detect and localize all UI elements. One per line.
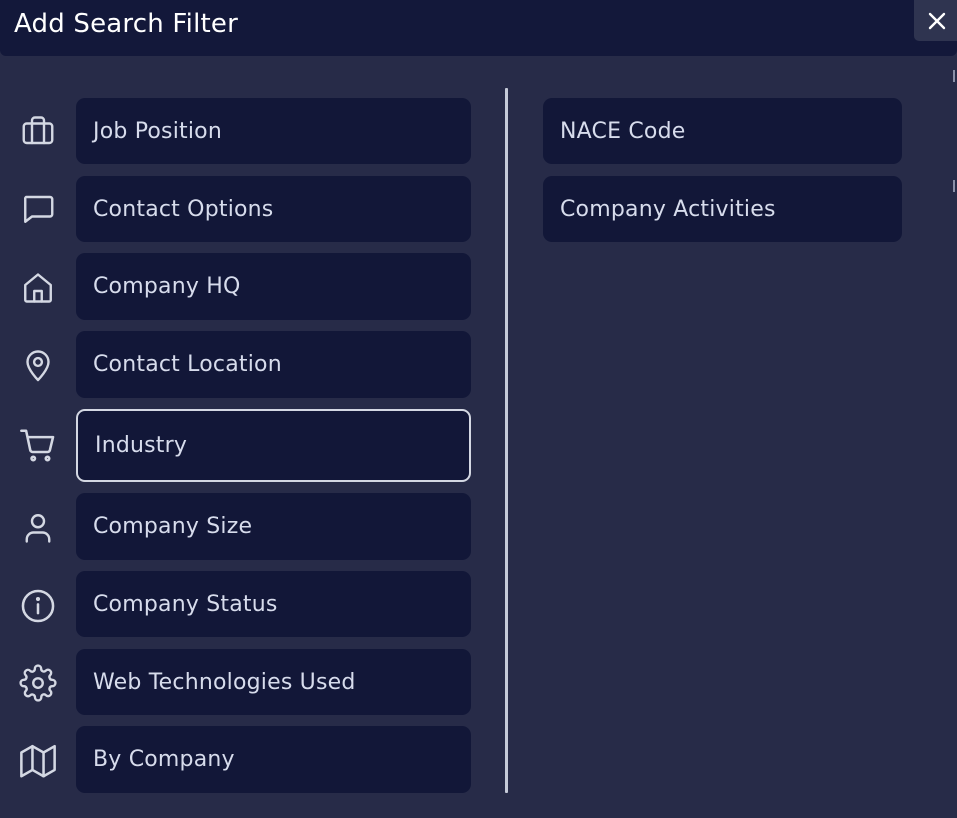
filter-by-company[interactable]: By Company (76, 726, 471, 793)
filter-industry[interactable]: Industry (76, 409, 471, 482)
filter-contact-location[interactable]: Contact Location (76, 331, 471, 398)
map-pin-icon (18, 345, 58, 385)
map-icon (18, 742, 58, 782)
dialog-title: Add Search Filter (14, 9, 238, 39)
dialog-header: Add Search Filter (0, 0, 957, 56)
user-icon (18, 508, 58, 548)
filter-company-status[interactable]: Company Status (76, 571, 471, 637)
filter-web-technologies-used[interactable]: Web Technologies Used (76, 649, 471, 715)
filter-job-position[interactable]: Job Position (76, 98, 471, 164)
chat-bubble-icon (18, 189, 58, 229)
column-divider (505, 88, 508, 793)
briefcase-icon (18, 111, 58, 151)
close-button[interactable] (914, 0, 957, 41)
shopping-cart-icon (18, 425, 58, 465)
info-icon (18, 586, 58, 626)
gear-icon (18, 663, 58, 703)
home-icon (18, 268, 58, 308)
filter-company-hq[interactable]: Company HQ (76, 253, 471, 320)
filter-contact-options[interactable]: Contact Options (76, 176, 471, 242)
filter-company-activities[interactable]: Company Activities (543, 176, 902, 242)
filter-nace-code[interactable]: NACE Code (543, 98, 902, 164)
filter-company-size[interactable]: Company Size (76, 493, 471, 560)
scrollbar[interactable] (950, 60, 957, 210)
close-icon (928, 12, 946, 29)
